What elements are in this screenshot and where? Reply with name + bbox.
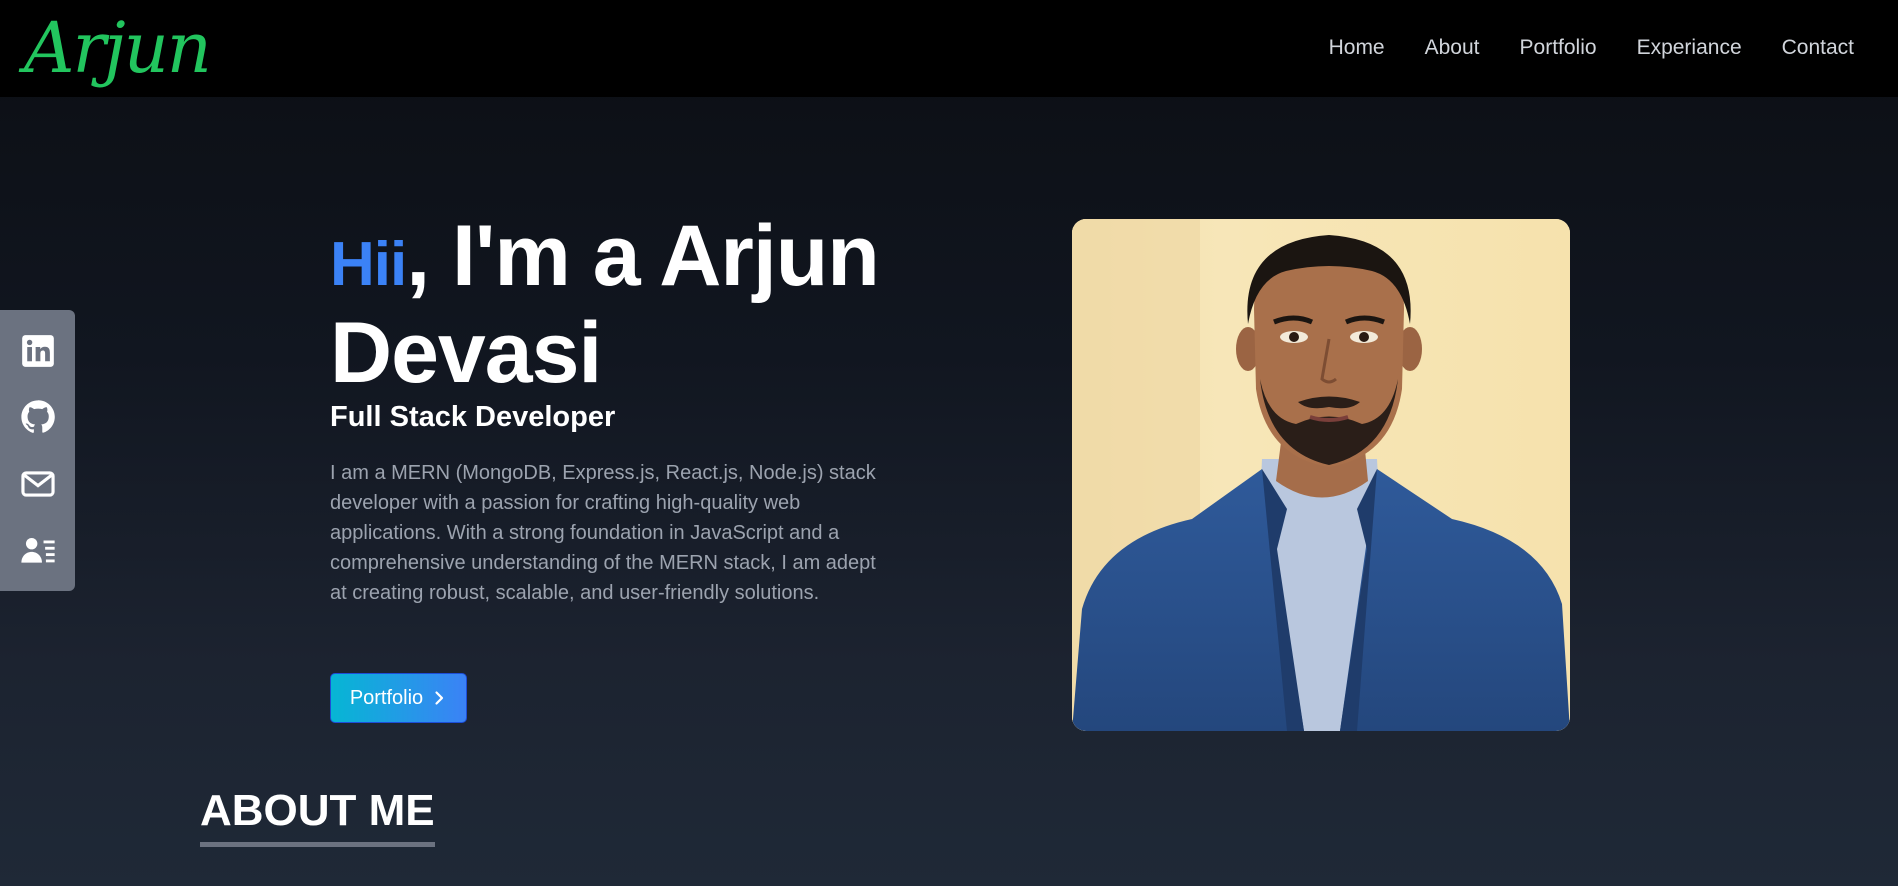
linkedin-link[interactable] [16, 329, 60, 373]
social-sidebar [0, 310, 75, 591]
mail-icon [20, 470, 55, 497]
profile-photo [1072, 219, 1570, 731]
nav-experiance[interactable]: Experiance [1637, 34, 1742, 62]
hero-description: I am a MERN (MongoDB, Express.js, React.… [330, 462, 876, 604]
github-link[interactable] [16, 395, 60, 439]
navbar: Arjun Home About Portfolio Experiance Co… [0, 0, 1898, 97]
hero-role: Full Stack Developer [330, 401, 616, 433]
contact-card-icon [20, 537, 55, 563]
hero-heading-text: , I'm a Arjun Devasi [330, 208, 880, 401]
nav-contact[interactable]: Contact [1782, 34, 1854, 62]
mail-link[interactable] [16, 462, 60, 506]
linkedin-icon [21, 335, 54, 367]
resume-link[interactable] [16, 528, 60, 572]
portfolio-button[interactable]: Portfolio [330, 673, 467, 723]
nav-portfolio[interactable]: Portfolio [1520, 34, 1597, 62]
hero-heading: Hii, I'm a Arjun Devasi [330, 212, 970, 397]
portfolio-button-label: Portfolio [349, 686, 424, 709]
nav-home[interactable]: Home [1329, 34, 1385, 62]
nav-links: Home About Portfolio Experiance Contact [1329, 34, 1854, 62]
hero-greeting: Hii [330, 230, 407, 299]
about-section-title: ABOUT ME [200, 784, 435, 847]
chevron-right-icon [435, 691, 444, 705]
nav-about[interactable]: About [1425, 34, 1480, 62]
github-icon [20, 400, 55, 434]
page: Arjun Home About Portfolio Experiance Co… [0, 0, 1898, 886]
logo[interactable]: Arjun [24, 6, 212, 90]
